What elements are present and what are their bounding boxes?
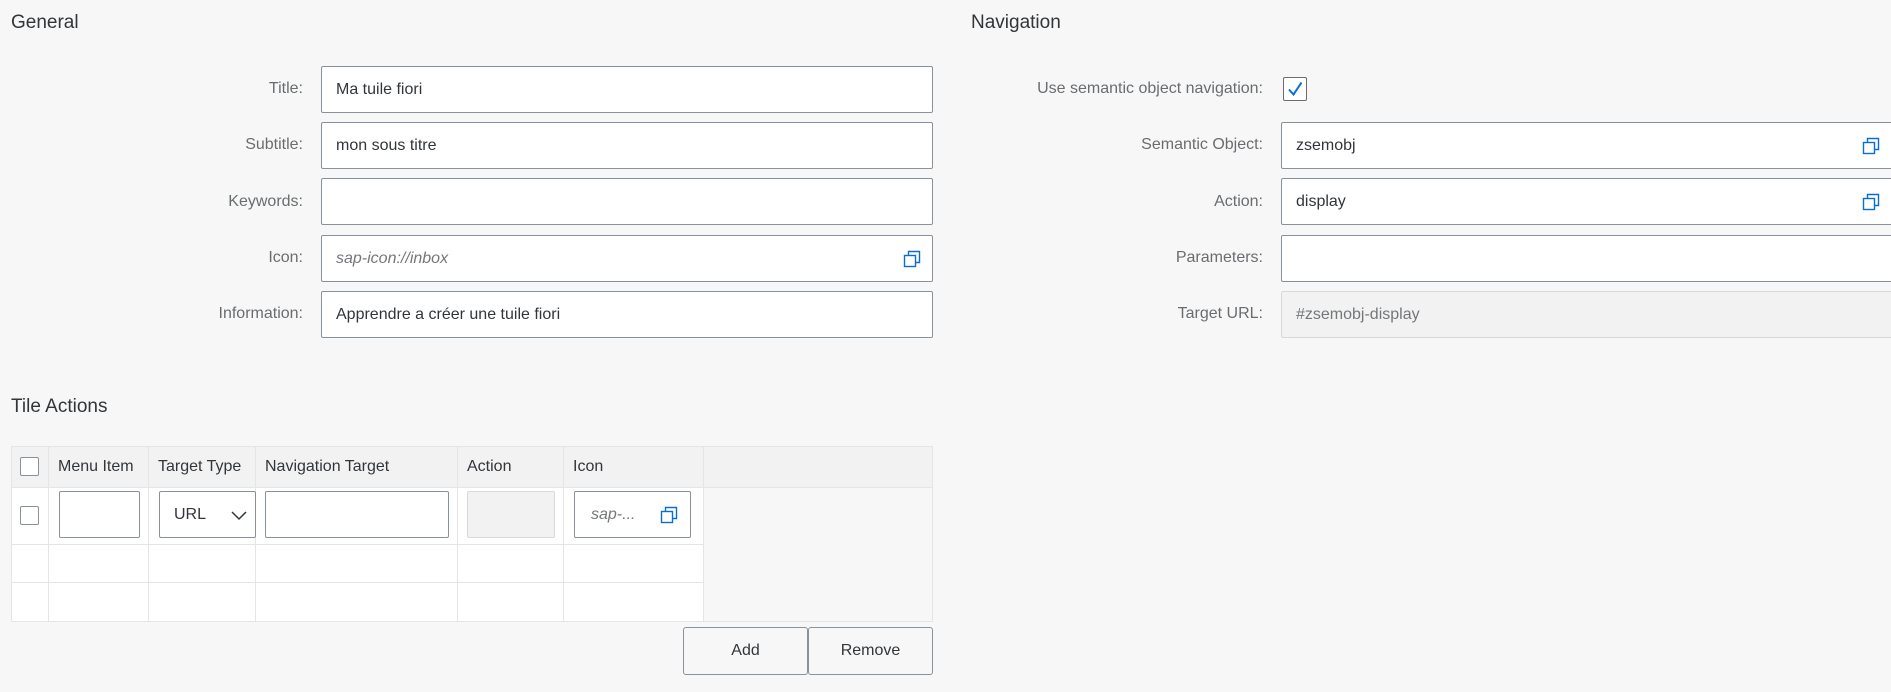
row-icon-input[interactable]: sap-...	[574, 491, 691, 538]
semantic-object-label: Semantic Object:	[1141, 136, 1263, 153]
tile-actions-table: Menu Item Target Type Navigation Target …	[11, 446, 933, 622]
select-all-checkbox[interactable]	[20, 457, 39, 476]
remove-button[interactable]: Remove	[808, 627, 933, 675]
add-button-label: Add	[731, 642, 760, 659]
remove-button-label: Remove	[840, 642, 901, 659]
title-input-value: Ma tuile fiori	[336, 80, 423, 98]
check-icon	[1288, 81, 1303, 97]
icon-input[interactable]: sap-icon://inbox	[321, 235, 933, 282]
subtitle-label: Subtitle:	[245, 136, 303, 153]
icon-label: Icon:	[268, 249, 303, 266]
parameters-label: Parameters:	[1175, 249, 1263, 266]
action-label: Action:	[1214, 193, 1263, 210]
keywords-input[interactable]	[321, 178, 933, 225]
value-help-icon[interactable]	[1862, 193, 1880, 211]
column-header-target-type: Target Type	[158, 458, 242, 475]
information-input[interactable]: Apprendre a créer une tuile fiori	[321, 291, 933, 338]
menu-item-input[interactable]	[59, 491, 140, 538]
title-label: Title:	[268, 80, 303, 97]
title-input[interactable]: Ma tuile fiori	[321, 66, 933, 113]
information-input-value: Apprendre a créer une tuile fiori	[336, 305, 561, 323]
use-semantic-checkbox[interactable]	[1283, 77, 1307, 101]
target-url-field: #zsemobj-display	[1281, 291, 1891, 338]
target-type-select[interactable]: URL	[159, 491, 256, 538]
tile-actions-title: Tile Actions	[11, 396, 108, 417]
value-help-icon[interactable]	[660, 506, 678, 524]
action-cell-field	[467, 491, 555, 538]
action-input[interactable]: display	[1281, 178, 1891, 225]
value-help-icon[interactable]	[1862, 137, 1880, 155]
column-header-action: Action	[467, 458, 512, 475]
add-button[interactable]: Add	[683, 627, 808, 675]
value-help-icon[interactable]	[903, 250, 921, 268]
target-url-value: #zsemobj-display	[1296, 305, 1420, 323]
column-header-menu-item: Menu Item	[58, 458, 134, 475]
keywords-label: Keywords:	[228, 193, 303, 210]
column-header-icon: Icon	[573, 458, 604, 475]
semantic-object-value: zsemobj	[1296, 136, 1356, 154]
subtitle-input[interactable]: mon sous titre	[321, 122, 933, 169]
chevron-down-icon	[231, 511, 247, 521]
row-select-checkbox[interactable]	[20, 506, 39, 525]
action-value: display	[1296, 192, 1346, 210]
navigation-target-input[interactable]	[265, 491, 449, 538]
column-header-navigation-target: Navigation Target	[265, 458, 390, 475]
subtitle-input-value: mon sous titre	[336, 136, 437, 154]
semantic-object-input[interactable]: zsemobj	[1281, 122, 1891, 169]
row-icon-placeholder: sap-...	[591, 505, 636, 523]
use-semantic-label: Use semantic object navigation:	[1037, 80, 1263, 97]
target-type-value: URL	[174, 505, 207, 523]
target-url-label: Target URL:	[1177, 305, 1263, 322]
navigation-section-title: Navigation	[971, 12, 1061, 33]
general-section-title: General	[11, 12, 79, 33]
information-label: Information:	[218, 305, 303, 322]
parameters-input[interactable]	[1281, 235, 1891, 282]
icon-input-placeholder: sap-icon://inbox	[336, 249, 449, 267]
